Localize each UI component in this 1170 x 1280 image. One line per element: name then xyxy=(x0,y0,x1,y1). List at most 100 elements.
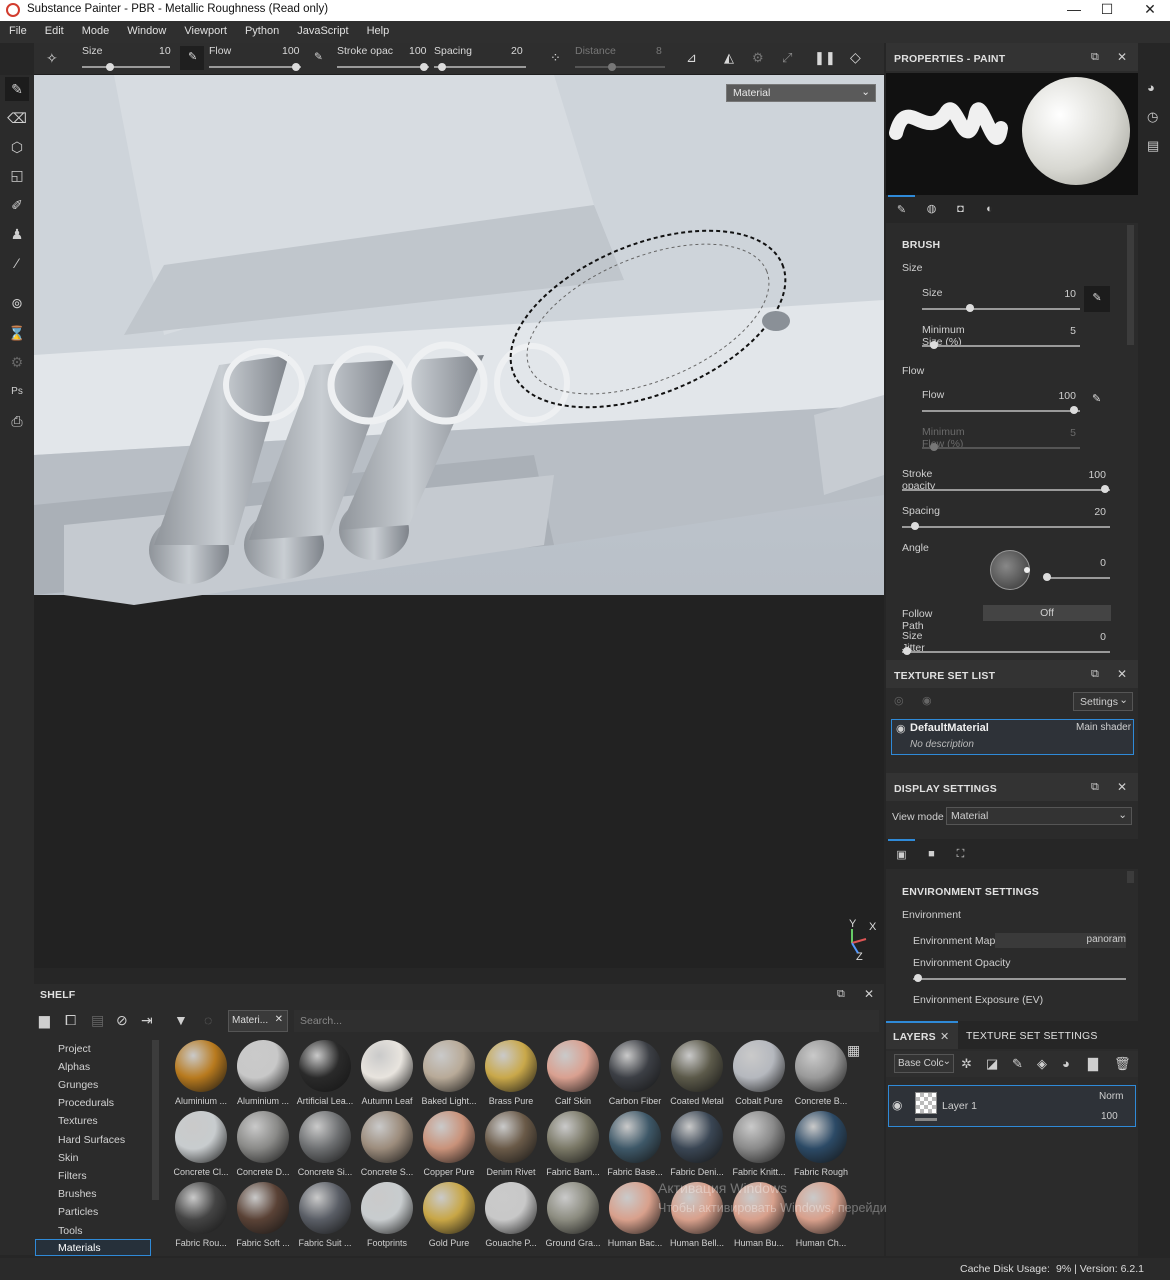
log-dock-icon[interactable]: ▤ xyxy=(1147,138,1159,154)
channel-dropdown[interactable]: Base Colc ⌄ xyxy=(894,1054,954,1073)
toolbar-distance-handle[interactable] xyxy=(608,63,616,71)
mirror-settings-icon[interactable]: ⚙ xyxy=(752,50,764,66)
material-item[interactable]: Cobalt Pure xyxy=(730,1040,788,1106)
angle-dial[interactable] xyxy=(990,550,1030,590)
menu-file[interactable]: File xyxy=(0,21,36,37)
menu-mode[interactable]: Mode xyxy=(73,21,119,37)
texture-set-shader[interactable]: Main shader xyxy=(1076,722,1131,733)
toolbar-stroke-slider[interactable] xyxy=(337,66,429,68)
layer-blend-mode[interactable]: Norm xyxy=(1099,1091,1123,1102)
material-item[interactable]: Gold Pure xyxy=(420,1182,478,1248)
tab-viewer-icon[interactable]: ⛶ xyxy=(947,839,974,869)
follow-path-toggle[interactable]: Off xyxy=(983,605,1111,621)
min-size-slider[interactable] xyxy=(922,345,1080,347)
material-item[interactable]: Concrete Cl... xyxy=(172,1111,230,1177)
material-item[interactable]: Concrete B... xyxy=(792,1040,850,1106)
angle-slider-handle[interactable] xyxy=(1043,573,1051,581)
toolbar-distance-slider[interactable] xyxy=(575,66,665,68)
angle-slider[interactable] xyxy=(1046,577,1110,579)
size-jitter-slider[interactable] xyxy=(902,651,1110,653)
new-resource-icon[interactable]: ⧠ xyxy=(65,1012,76,1029)
sbsar-icon[interactable]: ⚙ xyxy=(5,350,29,374)
iray-icon[interactable]: ⌛ xyxy=(5,321,29,345)
toolbar-flow-slider[interactable] xyxy=(209,66,301,68)
menu-viewport[interactable]: Viewport xyxy=(175,21,236,37)
view-mode-dropdown[interactable]: Material ⌄ xyxy=(946,807,1132,825)
material-item[interactable]: Fabric Suit ... xyxy=(296,1182,354,1248)
min-size-slider-handle[interactable] xyxy=(930,341,938,349)
shelf-close-icon[interactable]: ✕ xyxy=(864,987,874,1001)
projection-icon[interactable]: ⬡ xyxy=(5,135,29,159)
min-size-value[interactable]: 5 xyxy=(1046,325,1076,337)
pause-icon[interactable]: ❚❚ xyxy=(814,50,836,66)
tab-stencil-icon[interactable]: ◘ xyxy=(947,195,974,223)
tsl-close-icon[interactable]: ✕ xyxy=(1117,667,1127,681)
layer-row[interactable]: ◉ Layer 1 Norm 100 xyxy=(888,1085,1136,1127)
flow-value[interactable]: 100 xyxy=(1046,390,1076,402)
angle-dial-handle[interactable] xyxy=(1024,567,1030,573)
grid-view-icon[interactable]: ▦ xyxy=(847,1042,860,1059)
tab-camera-icon[interactable]: ■ xyxy=(918,839,945,869)
tsl-float-icon[interactable]: ⧉ xyxy=(1091,668,1099,681)
show-all-icon[interactable]: ◉ xyxy=(922,694,932,707)
material-item[interactable]: Fabric Soft ... xyxy=(234,1182,292,1248)
texture-set-item[interactable]: ◉ DefaultMaterial Main shader No descrip… xyxy=(891,719,1134,755)
category-procedurals[interactable]: Procedurals xyxy=(58,1097,114,1109)
tab-material-icon[interactable]: ◐ xyxy=(976,195,1003,223)
add-effect-icon[interactable]: ✲ xyxy=(961,1056,972,1072)
material-item[interactable]: Human Ch... xyxy=(792,1182,850,1248)
material-item[interactable]: Baked Light... xyxy=(420,1040,478,1106)
bake-icon[interactable]: ⊚ xyxy=(5,291,29,315)
menu-javascript[interactable]: JavaScript xyxy=(288,21,357,37)
display-settings-scrollbar[interactable] xyxy=(1127,871,1134,883)
hide-all-icon[interactable]: ◎ xyxy=(894,694,904,707)
material-item[interactable]: Aluminium ... xyxy=(234,1040,292,1106)
spacing-slider-handle[interactable] xyxy=(911,522,919,530)
material-item[interactable]: Artificial Lea... xyxy=(296,1040,354,1106)
toolbar-size-slider[interactable] xyxy=(82,66,170,68)
material-item[interactable]: Fabric Knitt... xyxy=(730,1111,788,1177)
material-item[interactable]: Fabric Base... xyxy=(606,1111,664,1177)
material-item[interactable]: Concrete S... xyxy=(358,1111,416,1177)
tab-alpha-icon[interactable]: ◍ xyxy=(918,195,945,223)
filter-icon[interactable]: ▼ xyxy=(174,1012,188,1028)
size-slider[interactable] xyxy=(922,308,1080,310)
layers-close-icon[interactable]: ✕ xyxy=(940,1030,949,1043)
toolbar-spacing-slider[interactable] xyxy=(434,66,526,68)
material-item[interactable]: Calf Skin xyxy=(544,1040,602,1106)
category-textures[interactable]: Textures xyxy=(58,1115,98,1127)
import-icon[interactable]: ⇥ xyxy=(141,1012,153,1029)
environment-opacity-handle[interactable] xyxy=(914,974,922,982)
category-skin[interactable]: Skin xyxy=(58,1152,78,1164)
3d-viewport[interactable]: Material ⌄ Y X Z xyxy=(34,75,884,968)
layer-visibility-icon[interactable]: ◉ xyxy=(892,1098,902,1112)
camera-view-icon[interactable]: ◇ xyxy=(850,49,861,66)
add-mask-icon[interactable]: ◪ xyxy=(986,1056,998,1072)
category-alphas[interactable]: Alphas xyxy=(58,1061,90,1073)
properties-close-icon[interactable]: ✕ xyxy=(1117,50,1127,64)
min-flow-slider[interactable] xyxy=(922,447,1080,449)
category-tools[interactable]: Tools xyxy=(58,1225,83,1237)
tab-layers[interactable]: LAYERS ✕ xyxy=(886,1021,958,1049)
menu-python[interactable]: Python xyxy=(236,21,288,37)
material-item[interactable]: Human Bac... xyxy=(606,1182,664,1248)
material-item[interactable]: Fabric Deni... xyxy=(668,1111,726,1177)
tsl-settings-dropdown[interactable]: Settings ⌄ xyxy=(1073,692,1133,711)
category-particles[interactable]: Particles xyxy=(58,1206,98,1218)
filter-tag[interactable]: Materi... ✕ xyxy=(228,1010,288,1032)
visibility-eye-icon[interactable]: ◉ xyxy=(896,722,906,735)
hide-icon[interactable]: ⊘ xyxy=(116,1012,128,1029)
refresh-icon[interactable]: ◌ xyxy=(204,1012,212,1028)
environment-map-field[interactable]: panoram xyxy=(995,933,1126,948)
properties-scrollbar[interactable] xyxy=(1127,225,1134,345)
filter-tag-close-icon[interactable]: ✕ xyxy=(275,1014,283,1025)
environment-opacity-slider[interactable] xyxy=(913,978,1126,980)
ds-float-icon[interactable]: ⧉ xyxy=(1091,781,1099,794)
photoshop-export-icon[interactable]: Ps xyxy=(5,380,29,404)
material-item[interactable]: Fabric Rough xyxy=(792,1111,850,1177)
category-project[interactable]: Project xyxy=(58,1043,91,1055)
material-item[interactable]: Coated Metal xyxy=(668,1040,726,1106)
stroke-opacity-value[interactable]: 100 xyxy=(1076,469,1106,481)
flow-slider-handle[interactable] xyxy=(1070,406,1078,414)
add-folder-icon[interactable]: ▇ xyxy=(1088,1056,1098,1072)
